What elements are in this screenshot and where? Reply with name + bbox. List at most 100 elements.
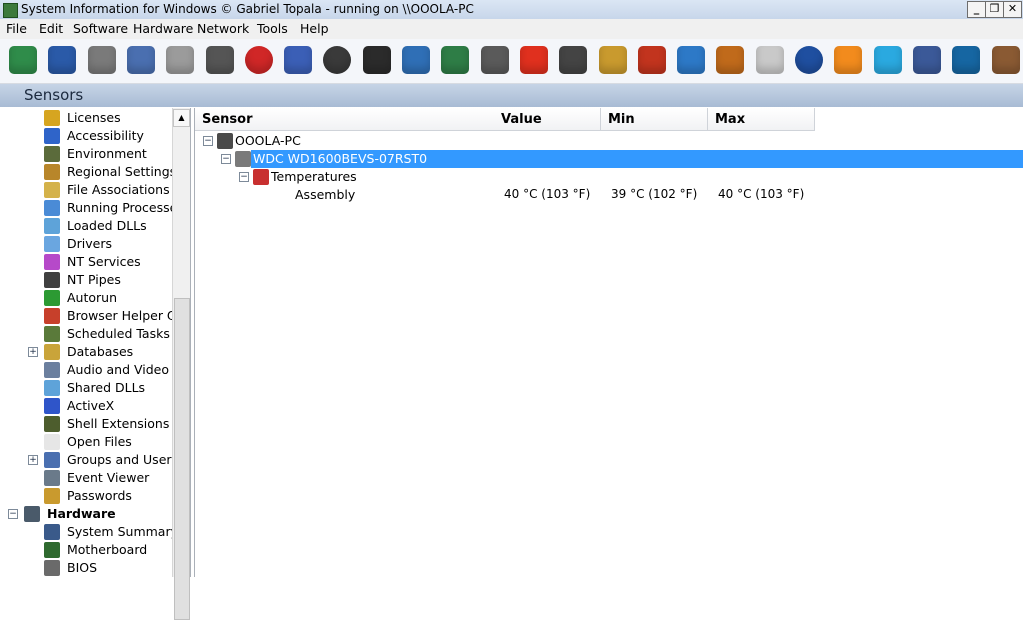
process-icon	[44, 200, 60, 216]
twitter-button[interactable]	[871, 43, 905, 77]
tree-item[interactable]: Motherboard	[0, 541, 172, 559]
thermometer-icon	[253, 169, 269, 185]
menu-help[interactable]: Help	[300, 21, 329, 36]
gauge-button[interactable]	[320, 43, 354, 77]
tree-item[interactable]: Event Viewer	[0, 469, 172, 487]
tree-item[interactable]: File Associations	[0, 181, 172, 199]
exit-button[interactable]	[6, 43, 40, 77]
scroll-thumb[interactable]	[174, 298, 190, 620]
column-header-sensor[interactable]: Sensor	[195, 108, 495, 131]
menu-file[interactable]: File	[6, 21, 27, 36]
key-button[interactable]	[596, 43, 630, 77]
list-button[interactable]	[438, 43, 472, 77]
paste-button[interactable]	[163, 43, 197, 77]
print-button[interactable]	[203, 43, 237, 77]
tree-item[interactable]: System Summary	[0, 523, 178, 541]
expand-icon[interactable]: +	[28, 347, 38, 357]
navigation-tree: Licenses Accessibility Environment Regional…	[0, 108, 191, 577]
tree-item[interactable]: BIOS	[0, 559, 172, 577]
tree-item[interactable]: Accessibility	[0, 127, 172, 145]
tree-item-label: Licenses	[67, 110, 121, 125]
app-icon	[3, 3, 18, 18]
gauge-icon	[323, 46, 352, 74]
tree-item[interactable]: − Hardware	[0, 505, 172, 523]
tree-item-label: File Associations	[67, 182, 170, 197]
expand-icon[interactable]: +	[28, 455, 38, 465]
tree-item-label: Event Viewer	[67, 470, 150, 485]
paste-icon	[166, 46, 195, 74]
network-button[interactable]	[399, 43, 433, 77]
tree-item[interactable]: Shared DLLs	[0, 379, 172, 397]
cut-button[interactable]	[85, 43, 119, 77]
column-header-max[interactable]: Max	[708, 108, 815, 131]
tree-item[interactable]: Environment	[0, 145, 172, 163]
refresh-button[interactable]	[556, 43, 590, 77]
coffee-button[interactable]	[989, 43, 1023, 77]
panel-title: Sensors	[24, 86, 84, 104]
tree-item-label: Shell Extensions	[67, 416, 170, 431]
tree-item[interactable]: Regional Settings	[0, 163, 176, 181]
column-header-label: Sensor	[202, 112, 253, 127]
tree-item[interactable]: Licenses	[0, 109, 172, 127]
rss-button[interactable]	[831, 43, 865, 77]
tree-item[interactable]: Autorun	[0, 289, 172, 307]
stopwatch-button[interactable]	[478, 43, 512, 77]
power-button[interactable]	[517, 43, 551, 77]
coffee-icon	[991, 46, 1020, 74]
tree-item[interactable]: Scheduled Tasks	[0, 325, 172, 343]
restore-button[interactable]: ❐	[985, 1, 1004, 18]
power-icon	[519, 46, 548, 74]
help-button[interactable]	[792, 43, 826, 77]
scroll-up-arrow-icon[interactable]: ▲	[173, 109, 190, 127]
tree-item-label: Accessibility	[67, 128, 144, 143]
sensor-row[interactable]: Assembly 40 °C (103 °F) 39 °C (102 °F) 40 °…	[195, 186, 1023, 204]
collapse-icon[interactable]: −	[239, 172, 249, 182]
tree-item[interactable]: NT Pipes	[0, 271, 172, 289]
tree-item[interactable]: Running Processes	[0, 199, 184, 217]
menu-hardware[interactable]: Hardware	[133, 21, 193, 36]
tree-item[interactable]: Open Files	[0, 433, 172, 451]
tree-item[interactable]: Drivers	[0, 235, 172, 253]
home-button[interactable]	[713, 43, 747, 77]
audio-video-icon	[44, 362, 60, 378]
monitor-button[interactable]	[360, 43, 394, 77]
sensor-row[interactable]: − WDC WD1600BEVS-07RST0	[195, 150, 1023, 168]
tree-item-label: System Summary	[67, 524, 178, 539]
menu-network[interactable]: Network	[197, 21, 249, 36]
tree-item[interactable]: Browser Helper Obje	[0, 307, 190, 325]
collapse-icon[interactable]: −	[221, 154, 231, 164]
cut-icon	[87, 46, 116, 74]
column-header-value[interactable]: Value	[494, 108, 601, 131]
tree-item[interactable]: ActiveX	[0, 397, 172, 415]
tree-item[interactable]: Shell Extensions	[0, 415, 172, 433]
sensor-row[interactable]: − Temperatures	[195, 168, 1023, 186]
activex-icon	[44, 398, 60, 414]
menu-tools[interactable]: Tools	[257, 21, 288, 36]
tree-item[interactable]: NT Services	[0, 253, 172, 271]
facebook-icon	[912, 46, 941, 74]
save-button[interactable]	[45, 43, 79, 77]
close-button[interactable]: ✕	[1003, 1, 1022, 18]
menu-software[interactable]: Software	[73, 21, 128, 36]
tree-item[interactable]: + Databases	[0, 343, 172, 361]
minimize-button[interactable]: _	[967, 1, 986, 18]
find-button[interactable]	[281, 43, 315, 77]
linkedin-button[interactable]	[949, 43, 983, 77]
tree-item[interactable]: + Groups and Users	[0, 451, 178, 469]
facebook-button[interactable]	[910, 43, 944, 77]
stop-button[interactable]	[242, 43, 276, 77]
tree-item[interactable]: Audio and Video Co	[0, 361, 189, 379]
tree-item[interactable]: Loaded DLLs	[0, 217, 172, 235]
menu-edit[interactable]: Edit	[39, 21, 63, 36]
mail-button[interactable]	[753, 43, 787, 77]
copy-button[interactable]	[124, 43, 158, 77]
column-header-min[interactable]: Min	[601, 108, 708, 131]
sensor-row[interactable]: − OOOLA-PC	[195, 132, 1023, 150]
tree-item[interactable]: Passwords	[0, 487, 172, 505]
tools-button[interactable]	[635, 43, 669, 77]
collapse-icon[interactable]: −	[8, 509, 18, 519]
windows-button[interactable]	[674, 43, 708, 77]
linkedin-icon	[952, 46, 981, 74]
tree-scrollbar[interactable]: ▲	[172, 108, 190, 620]
collapse-icon[interactable]: −	[203, 136, 213, 146]
